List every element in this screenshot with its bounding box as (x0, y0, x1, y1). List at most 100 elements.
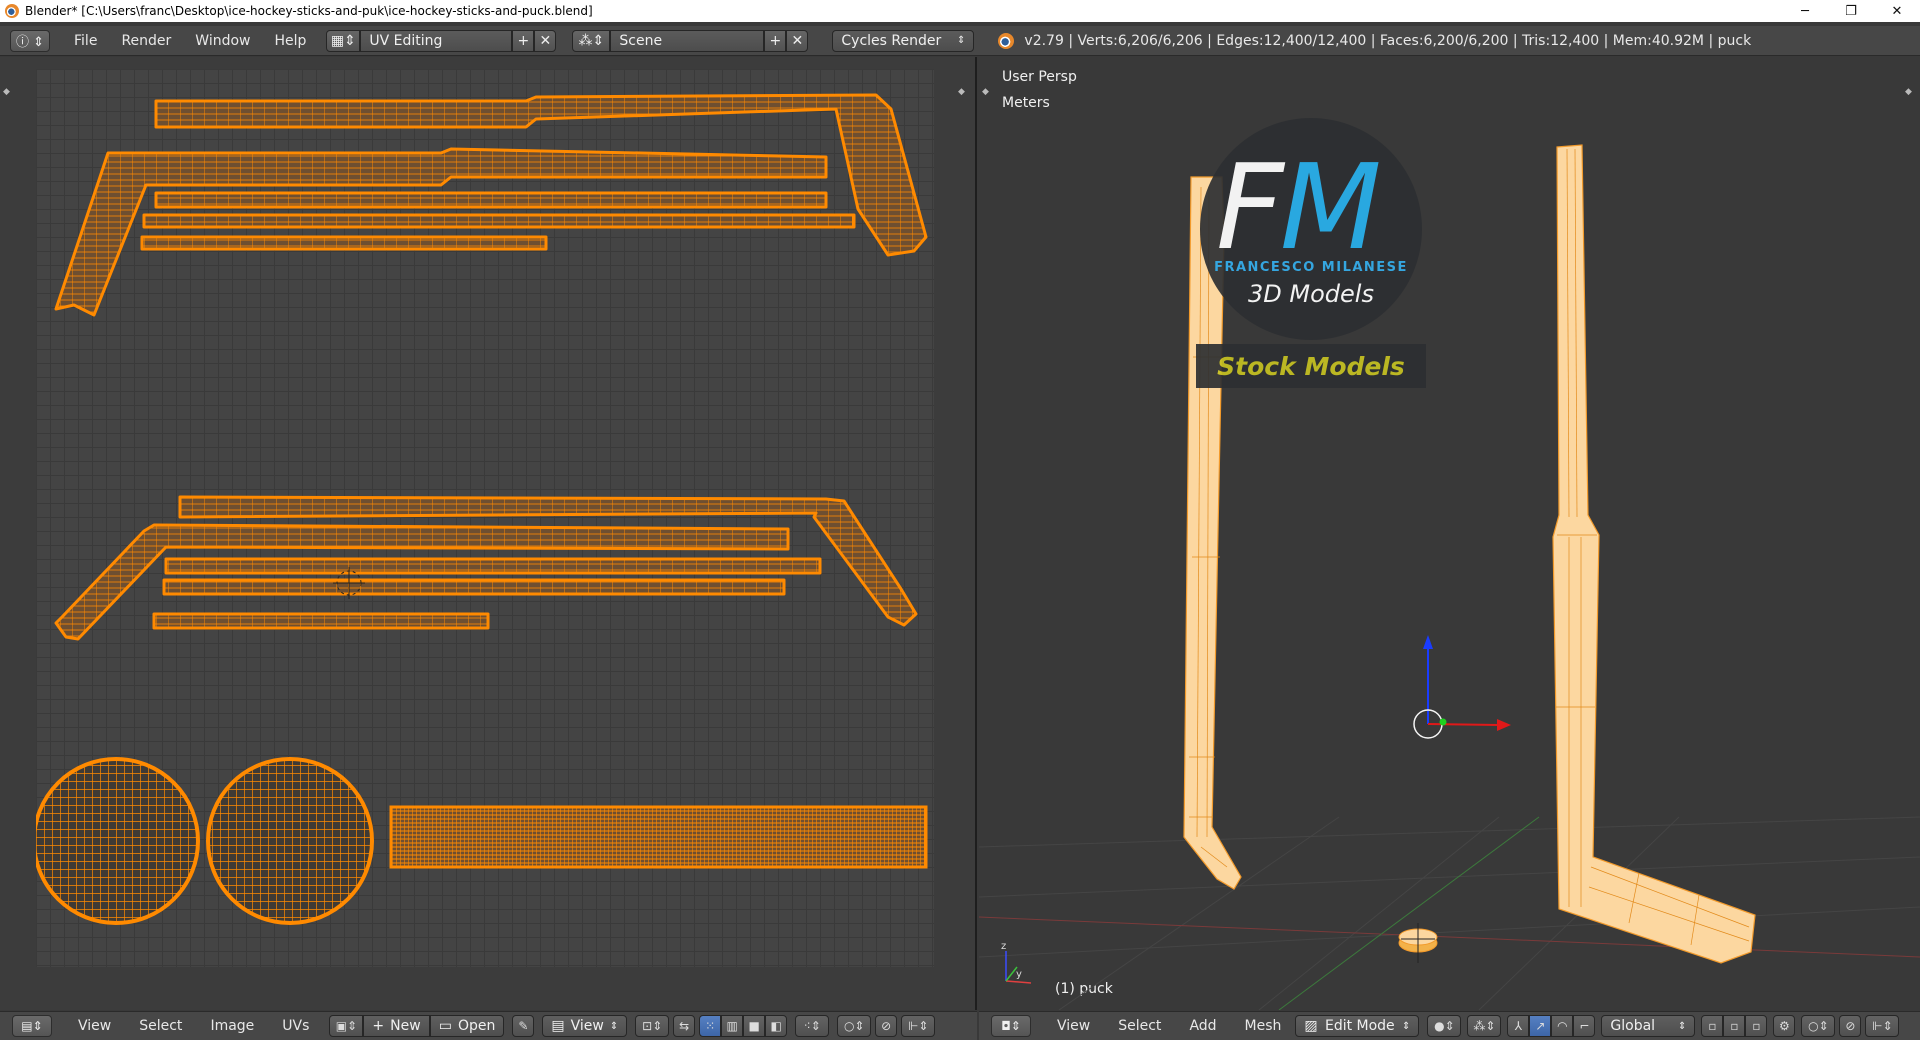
menu-select[interactable]: Select (125, 1018, 196, 1034)
sync-selection-button[interactable]: ⇆ (673, 1015, 696, 1037)
watermark-author: FRANCESCO MILANESE (1214, 260, 1408, 275)
scene-name-field[interactable]: Scene (610, 29, 765, 52)
shading-icon: ●⇕ (1434, 1019, 1455, 1033)
chevron-updown-icon: ⇕ (609, 1020, 619, 1032)
pivot-point-button[interactable]: ⁂⇕ (1467, 1015, 1502, 1037)
snap-element-button[interactable]: ⊩⇕ (1865, 1015, 1900, 1037)
select-edge-button[interactable]: ▥ (721, 1015, 744, 1037)
render-engine-dropdown[interactable]: Cycles Render ⇕ (832, 29, 975, 52)
scale-manipulator-button[interactable]: ⌐ (1573, 1015, 1596, 1037)
close-button[interactable]: ✕ (1874, 0, 1920, 22)
layer-button-1[interactable]: ▫ (1701, 1015, 1724, 1037)
snap-element-button[interactable]: ⊩⇕ (901, 1015, 936, 1037)
menu-window[interactable]: Window (183, 30, 262, 52)
chevron-updown-icon: ⇕ (1678, 1020, 1687, 1032)
pin-icon: ✎ (518, 1019, 529, 1033)
viewport-shading-button[interactable]: ●⇕ (1427, 1015, 1462, 1037)
info-header: ⓘ ⇕ File Render Window Help ▦⇕ UV Editin… (0, 26, 1920, 56)
proportional-icon: ○⇕ (1808, 1019, 1829, 1033)
layout-grid-icon: ▦⇕ (330, 32, 356, 49)
scene-icon: ⁂⇕ (578, 32, 605, 49)
image-browse-button[interactable]: ▣⇕ (329, 1015, 364, 1037)
add-layout-button[interactable]: + (512, 29, 535, 52)
menu-help[interactable]: Help (262, 30, 318, 52)
pivot-point-button[interactable]: ⊡⇕ (635, 1015, 670, 1037)
magnet-icon: ⊘ (1845, 1019, 1856, 1033)
manipulator-toggle-button[interactable]: ⅄ (1507, 1015, 1530, 1037)
region-toggle-arrow-icon[interactable]: ◆ (3, 87, 15, 99)
select-vertex-button[interactable]: ⁙ (699, 1015, 722, 1037)
transform-orientation-dropdown[interactable]: Global ⇕ (1601, 1015, 1696, 1037)
rotate-icon: ◠ (1557, 1019, 1568, 1033)
remove-scene-button[interactable]: ✕ (786, 29, 809, 52)
3d-viewport[interactable]: ◆ ◆ User Persp Meters (1) puck z y FM FR… (979, 57, 1920, 1010)
uv-image-editor[interactable]: ◆ ◆ (0, 57, 977, 1010)
scale-icon: ⌐ (1579, 1019, 1590, 1033)
chevron-updown-icon: ⇕ (957, 35, 966, 46)
menu-add[interactable]: Add (1175, 1018, 1230, 1034)
layer-button-2[interactable]: ▫ (1723, 1015, 1746, 1037)
uv-editor-header: ▤⇕ View Select Image UVs ▣⇕ + New ▭ Open… (0, 1011, 977, 1040)
manipulator-icon: ⅄ (1514, 1019, 1523, 1033)
layer-button-3[interactable]: ▫ (1745, 1015, 1768, 1037)
menu-view[interactable]: View (64, 1018, 125, 1034)
plus-icon: + (517, 32, 530, 49)
onion-skin-button[interactable]: ⚙ (1773, 1015, 1796, 1037)
region-toggle-arrow-icon[interactable]: ◆ (958, 87, 970, 99)
new-image-button[interactable]: + New (363, 1015, 430, 1037)
editor-type-info-button[interactable]: ⓘ ⇕ (10, 29, 50, 52)
menu-image[interactable]: Image (196, 1018, 268, 1034)
menu-mesh[interactable]: Mesh (1231, 1018, 1296, 1034)
blender-logo-icon (5, 4, 19, 18)
view-mode-dropdown[interactable]: ▤ View ⇕ (542, 1015, 628, 1037)
menu-select[interactable]: Select (1104, 1018, 1175, 1034)
sticky-selection-button[interactable]: ⁖⇕ (795, 1015, 830, 1037)
menu-file[interactable]: File (62, 30, 109, 52)
open-image-label: Open (457, 1018, 496, 1034)
snap-toggle-button[interactable]: ⊘ (1839, 1015, 1862, 1037)
transform-manipulator (1413, 635, 1511, 739)
uv-grid[interactable] (32, 69, 934, 967)
image-icon: ▣⇕ (335, 1019, 358, 1033)
add-scene-button[interactable]: + (764, 29, 787, 52)
pivot-icon: ⊡⇕ (642, 1019, 663, 1033)
layout-name-field[interactable]: UV Editing (360, 29, 513, 52)
window-titlebar: Blender* [C:\Users\franc\Desktop\ice-hoc… (0, 0, 1920, 22)
svg-text:z: z (1001, 941, 1006, 952)
menu-uvs[interactable]: UVs (268, 1018, 323, 1034)
viewport-scene: z y (979, 144, 1920, 1010)
remove-layout-button[interactable]: ✕ (534, 29, 557, 52)
restore-button[interactable]: ❐ (1828, 0, 1874, 22)
menu-view[interactable]: View (1043, 1018, 1104, 1034)
gear-icon: ⚙ (1779, 1019, 1790, 1033)
proportional-icon: ○⇕ (843, 1019, 865, 1033)
snap-element-icon: ⊩⇕ (907, 1019, 929, 1033)
open-image-button[interactable]: ▭ Open (429, 1015, 505, 1037)
translate-manipulator-button[interactable]: ↗ (1529, 1015, 1552, 1037)
snap-toggle-button[interactable]: ⊘ (875, 1015, 898, 1037)
x-icon: ✕ (791, 32, 804, 49)
minimize-button[interactable]: ─ (1782, 0, 1828, 22)
editor-type-3d-button[interactable]: ◘⇕ (991, 1015, 1031, 1037)
select-face-button[interactable]: ■ (743, 1015, 766, 1037)
layout-selector-button[interactable]: ▦⇕ (326, 29, 361, 52)
face-icon: ■ (748, 1019, 760, 1033)
snap-element-icon: ⊩⇕ (1872, 1019, 1893, 1033)
editor-type-image-button[interactable]: ▤⇕ (12, 1015, 52, 1037)
orientation-label: Global (1610, 1018, 1656, 1034)
proportional-edit-button[interactable]: ○⇕ (1801, 1015, 1836, 1037)
watermark-banner: Stock Models (1196, 344, 1426, 388)
info-icon: ⓘ ⇕ (15, 35, 45, 50)
pin-image-button[interactable]: ✎ (512, 1015, 535, 1037)
vertex-icon: ⁙ (705, 1019, 716, 1033)
layer-icon: ▫ (1752, 1019, 1761, 1033)
select-island-button[interactable]: ◧ (765, 1015, 788, 1037)
mode-dropdown[interactable]: ▨ Edit Mode ⇕ (1295, 1015, 1420, 1037)
menu-render[interactable]: Render (109, 30, 183, 52)
proportional-edit-button[interactable]: ○⇕ (837, 1015, 872, 1037)
layer-icon: ▫ (1708, 1019, 1717, 1033)
3d-viewport-header: ◘⇕ View Select Add Mesh ▨ Edit Mode ⇕ ●⇕… (979, 1011, 1920, 1040)
scene-selector-button[interactable]: ⁂⇕ (572, 29, 611, 52)
rotate-manipulator-button[interactable]: ◠ (1551, 1015, 1574, 1037)
edit-mode-icon: ▨ (1304, 1018, 1318, 1034)
